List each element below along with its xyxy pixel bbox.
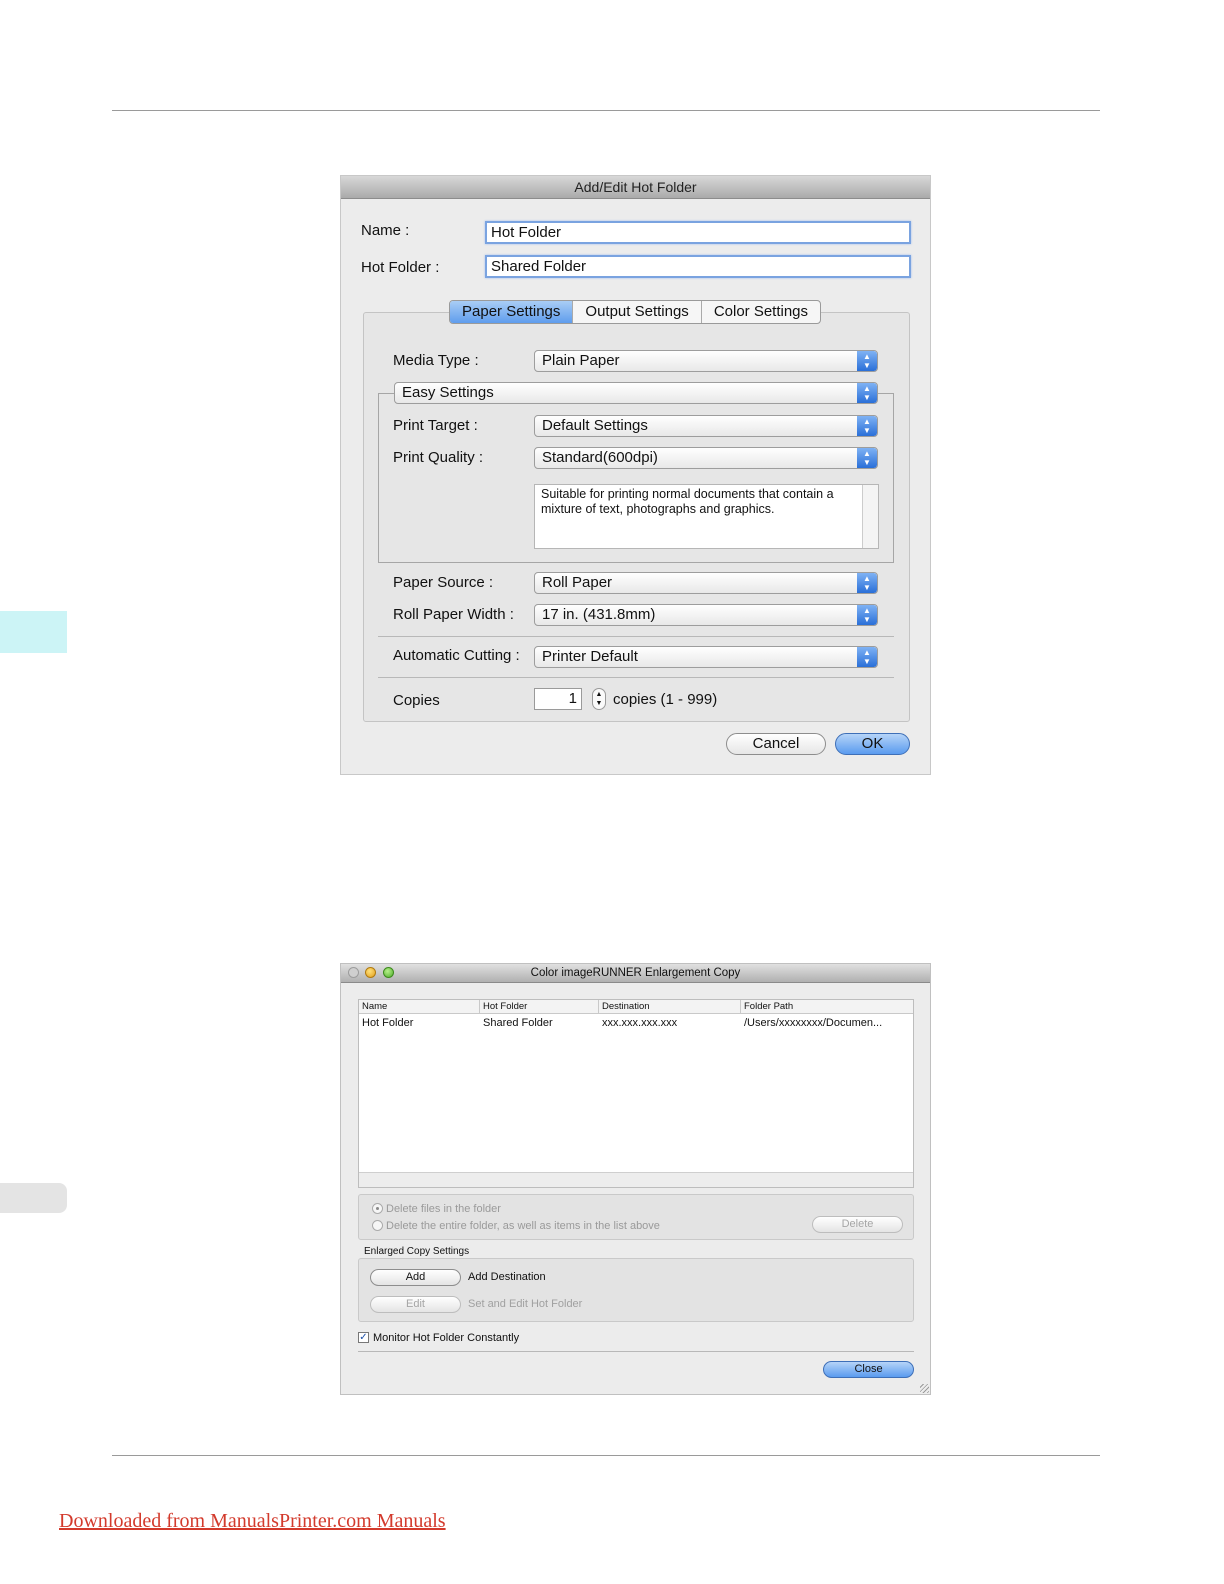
radio-delete-files[interactable]: Delete files in the folder	[372, 1203, 501, 1215]
dialog-title: Add/Edit Hot Folder	[341, 176, 930, 199]
zoom-window-icon[interactable]	[383, 967, 394, 978]
table-header: Name Hot Folder Destination Folder Path	[359, 1000, 913, 1014]
column-header-name[interactable]: Name	[359, 1000, 480, 1013]
tab-output-settings[interactable]: Output Settings	[573, 301, 702, 323]
separator	[378, 636, 894, 637]
add-button[interactable]: Add	[370, 1269, 461, 1286]
monitor-hot-folder-label: Monitor Hot Folder Constantly	[373, 1332, 520, 1344]
monitor-checkbox[interactable]: ✓	[358, 1332, 369, 1343]
paper-source-label: Paper Source :	[393, 574, 494, 591]
delete-button[interactable]: Delete	[812, 1216, 903, 1233]
edit-hot-folder-label: Set and Edit Hot Folder	[468, 1298, 583, 1310]
cell-name: Hot Folder	[362, 1017, 414, 1029]
minimize-window-icon[interactable]	[365, 967, 376, 978]
enlargement-copy-window: Color imageRUNNER Enlargement Copy Name …	[340, 963, 931, 1395]
window-title: Color imageRUNNER Enlargement Copy	[341, 964, 930, 983]
footer-rule	[112, 1455, 1100, 1456]
print-target-value: Default Settings	[542, 417, 648, 434]
chapter-tab	[0, 611, 67, 653]
media-type-value: Plain Paper	[542, 352, 620, 369]
up-down-arrows-icon: ▲ ▼	[857, 416, 877, 436]
name-label: Name :	[361, 222, 410, 239]
automatic-cutting-label: Automatic Cutting :	[393, 647, 520, 664]
up-down-arrows-icon: ▲ ▼	[857, 605, 877, 625]
print-quality-value: Standard(600dpi)	[542, 449, 658, 466]
delete-options-box: Delete files in the folder Delete the en…	[358, 1194, 914, 1240]
radio-delete-files-label: Delete files in the folder	[386, 1203, 501, 1215]
copies-input[interactable]: 1	[534, 688, 582, 710]
radio-delete-folder[interactable]: Delete the entire folder, as well as ite…	[372, 1220, 660, 1232]
radio-delete-folder-label: Delete the entire folder, as well as ite…	[386, 1220, 660, 1232]
hot-folder-table: Name Hot Folder Destination Folder Path …	[358, 999, 914, 1188]
media-type-label: Media Type :	[393, 352, 479, 369]
cancel-button[interactable]: Cancel	[726, 733, 826, 755]
quality-description: Suitable for printing normal documents t…	[534, 484, 879, 549]
description-scrollbar[interactable]	[862, 485, 878, 548]
close-button[interactable]: Close	[823, 1361, 914, 1378]
enlarged-copy-settings-label: Enlarged Copy Settings	[364, 1246, 470, 1257]
enlarged-copy-settings-box: Add Add Destination Edit Set and Edit Ho…	[358, 1258, 914, 1322]
automatic-cutting-value: Printer Default	[542, 648, 638, 665]
hot-folder-label: Hot Folder :	[361, 259, 440, 276]
table-horizontal-scrollbar[interactable]	[359, 1172, 913, 1187]
roll-paper-width-value: 17 in. (431.8mm)	[542, 606, 656, 623]
radio-off-icon	[372, 1220, 383, 1231]
up-down-arrows-icon: ▲ ▼	[857, 351, 877, 371]
settings-tabs: Paper Settings Output Settings Color Set…	[449, 300, 822, 324]
name-field[interactable]: Hot Folder	[485, 221, 911, 244]
separator	[378, 677, 894, 678]
header-rule	[112, 110, 1100, 111]
close-window-icon[interactable]	[348, 967, 359, 978]
ok-button[interactable]: OK	[835, 733, 910, 755]
automatic-cutting-select[interactable]: Printer Default ▲ ▼	[534, 646, 878, 668]
tab-color-settings[interactable]: Color Settings	[702, 301, 820, 323]
up-down-arrows-icon: ▲ ▼	[857, 383, 877, 403]
footer-download-link[interactable]: Downloaded from ManualsPrinter.com Manua…	[59, 1510, 446, 1533]
settings-mode-select[interactable]: Easy Settings ▲ ▼	[394, 382, 878, 404]
tab-paper-settings[interactable]: Paper Settings	[450, 301, 574, 323]
cell-destination: xxx.xxx.xxx.xxx	[602, 1017, 678, 1029]
roll-paper-width-label: Roll Paper Width :	[393, 606, 514, 623]
copies-stepper[interactable]: ▲ ▼	[592, 688, 606, 710]
copies-label: Copies	[393, 692, 440, 709]
print-quality-label: Print Quality :	[393, 449, 484, 466]
cell-hot-folder: Shared Folder	[483, 1017, 553, 1029]
hot-folder-field[interactable]: Shared Folder	[485, 255, 911, 278]
roll-paper-width-select[interactable]: 17 in. (431.8mm) ▲ ▼	[534, 604, 878, 626]
add-destination-label: Add Destination	[468, 1271, 546, 1283]
column-header-folder-path[interactable]: Folder Path	[741, 1000, 913, 1013]
cell-folder-path: /Users/xxxxxxxx/Documen...	[744, 1017, 883, 1029]
print-quality-select[interactable]: Standard(600dpi) ▲ ▼	[534, 447, 878, 469]
up-down-arrows-icon: ▲ ▼	[857, 448, 877, 468]
index-tab	[0, 1183, 67, 1213]
separator	[358, 1351, 914, 1352]
paper-source-select[interactable]: Roll Paper ▲ ▼	[534, 572, 878, 594]
column-header-hot-folder[interactable]: Hot Folder	[480, 1000, 599, 1013]
quality-description-text: Suitable for printing normal documents t…	[541, 487, 834, 516]
print-target-label: Print Target :	[393, 417, 478, 434]
radio-on-icon	[372, 1203, 383, 1214]
copies-range-label: copies (1 - 999)	[613, 691, 718, 708]
up-down-arrows-icon: ▲ ▼	[857, 573, 877, 593]
resize-grip-icon[interactable]	[920, 1384, 929, 1393]
add-edit-hot-folder-dialog: Add/Edit Hot Folder Name : Hot Folder Ho…	[340, 175, 931, 775]
media-type-select[interactable]: Plain Paper ▲ ▼	[534, 350, 878, 372]
settings-mode-value: Easy Settings	[402, 384, 494, 401]
column-header-destination[interactable]: Destination	[599, 1000, 741, 1013]
print-target-select[interactable]: Default Settings ▲ ▼	[534, 415, 878, 437]
edit-button[interactable]: Edit	[370, 1296, 461, 1313]
up-down-arrows-icon: ▲ ▼	[857, 647, 877, 667]
paper-source-value: Roll Paper	[542, 574, 613, 591]
